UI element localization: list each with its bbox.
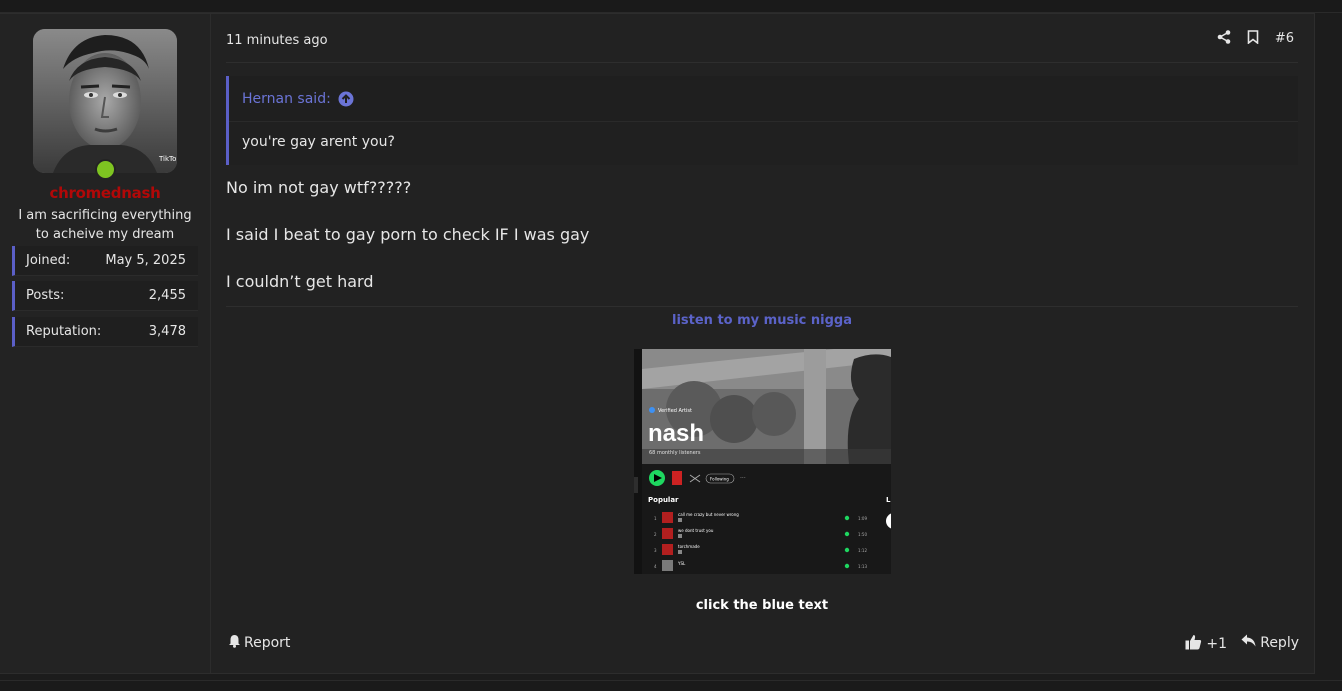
- signature-caption: click the blue text: [695, 598, 829, 613]
- username[interactable]: chromednash: [0, 184, 210, 202]
- bell-icon: [228, 634, 241, 652]
- stat-joined: Joined: May 5, 2025: [12, 246, 198, 276]
- side-heading: L: [886, 496, 891, 504]
- svg-text:···: ···: [740, 475, 746, 482]
- stat-value: 3,478: [148, 324, 186, 339]
- divider: [226, 62, 1298, 63]
- online-status-indicator: [95, 159, 116, 180]
- avatar-photo: TikTok: [33, 29, 177, 173]
- post-timestamp[interactable]: 11 minutes ago: [226, 33, 328, 48]
- react-button[interactable]: +1: [1185, 634, 1227, 654]
- report-label: Report: [244, 635, 291, 651]
- arrow-up-circle-icon[interactable]: [338, 91, 354, 107]
- bookmark-icon[interactable]: [1247, 29, 1259, 48]
- stat-label: Posts:: [26, 288, 65, 303]
- user-title: I am sacrificing everything to acheive m…: [18, 208, 192, 242]
- bottom-bar: [0, 680, 1342, 691]
- track-duration: 1:09: [858, 516, 867, 521]
- track-duration: 1:50: [858, 532, 867, 537]
- reply-button[interactable]: Reply: [1241, 634, 1299, 651]
- top-bar: [0, 0, 1342, 13]
- stat-value: 2,455: [148, 288, 186, 303]
- post-actions: #6: [1217, 29, 1294, 48]
- user-sidebar: TikTok chromednash I am sacrificing ever…: [0, 14, 211, 673]
- following-button: Following: [710, 477, 729, 482]
- reaction-count: +1: [1206, 636, 1227, 652]
- report-button[interactable]: Report: [228, 634, 290, 652]
- track-title: we dont trust you: [678, 528, 714, 533]
- stat-reputation: Reputation: 3,478: [12, 317, 198, 347]
- stat-value: May 5, 2025: [105, 253, 186, 268]
- stat-label: Joined:: [26, 253, 71, 268]
- quote-block: Hernan said: you're gay arent you?: [226, 76, 1298, 165]
- track-title: YSL: [677, 561, 686, 566]
- popular-heading: Popular: [648, 496, 679, 504]
- verified-artist-label: Verified Artist: [658, 408, 692, 414]
- track-title: call me crazy but never wrong: [678, 512, 739, 517]
- track-duration: 1:13: [858, 564, 867, 569]
- reply-label: Reply: [1260, 634, 1299, 651]
- artist-name: nash: [648, 420, 704, 447]
- tiktok-watermark: TikTok: [158, 155, 177, 163]
- quote-text: you're gay arent you?: [242, 134, 395, 150]
- message-line: I said I beat to gay porn to check IF I …: [226, 225, 590, 244]
- stat-posts: Posts: 2,455: [12, 281, 198, 311]
- message-line: I couldn’t get hard: [226, 272, 374, 291]
- signature-divider: [226, 306, 1298, 307]
- message-line: No im not gay wtf?????: [226, 178, 412, 197]
- quote-author[interactable]: Hernan said:: [242, 91, 331, 107]
- track-title: torchmade: [678, 544, 700, 549]
- monthly-listeners: 68 monthly listeners: [649, 450, 701, 456]
- thumbs-up-icon: [1185, 634, 1202, 654]
- signature-image[interactable]: Verified Artist nash 68 monthly listener…: [634, 349, 891, 574]
- reply-arrow-icon: [1241, 634, 1256, 651]
- share-icon[interactable]: [1217, 29, 1231, 48]
- post-container: TikTok chromednash I am sacrificing ever…: [0, 13, 1315, 674]
- track-duration: 1:12: [858, 548, 867, 553]
- quote-header[interactable]: Hernan said:: [229, 76, 1298, 122]
- signature-link[interactable]: listen to my music nigga: [226, 313, 1298, 328]
- stat-label: Reputation:: [26, 324, 102, 339]
- post-permalink[interactable]: #6: [1275, 31, 1294, 46]
- avatar[interactable]: TikTok: [33, 29, 177, 173]
